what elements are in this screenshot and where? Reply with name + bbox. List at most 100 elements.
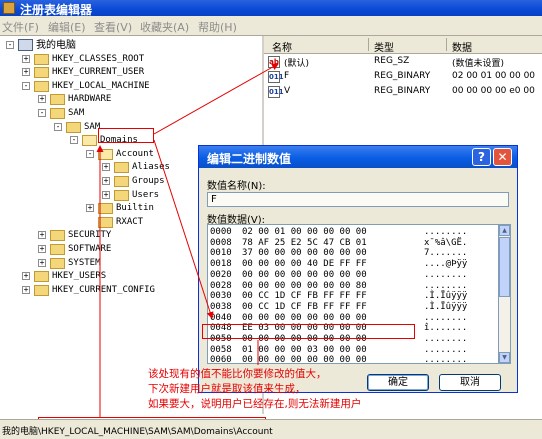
expand-icon[interactable]: + xyxy=(102,190,110,199)
collapse-icon[interactable]: - xyxy=(86,149,94,158)
expand-icon[interactable]: + xyxy=(38,258,46,267)
expand-icon[interactable]: + xyxy=(38,245,46,253)
folder-icon xyxy=(114,189,129,201)
hex-offset: 0030 xyxy=(210,291,232,302)
hex-offset: 0020 xyxy=(210,269,232,280)
hex-offset: 0038 xyxy=(210,301,232,312)
expand-icon[interactable]: + xyxy=(86,204,94,213)
open-folder-icon xyxy=(98,148,113,160)
scroll-up-icon[interactable]: ▲ xyxy=(499,225,510,236)
menu-help[interactable]: 帮助(H) xyxy=(198,19,237,35)
menu-favorites[interactable]: 收藏夹(A) xyxy=(140,19,189,35)
tree-node-label: SAM xyxy=(68,108,85,118)
folder-icon xyxy=(114,162,129,174)
edit-binary-dialog: 编辑二进制数值 ? ✕ 数值名称(N): F 数值数据(V): 0000 02 0… xyxy=(198,145,518,393)
folder-icon xyxy=(98,203,113,215)
hex-row[interactable]: 0028 00 00 00 00 00 00 00 80........ xyxy=(210,281,496,291)
hex-scrollbar[interactable]: ▲ ▼ xyxy=(499,224,511,364)
collapse-icon[interactable]: - xyxy=(38,109,46,117)
value-type: REG_SZ xyxy=(374,56,410,66)
value-row[interactable]: 011 F REG_BINARY 02 00 01 00 00 00 xyxy=(264,70,542,84)
open-folder-icon xyxy=(82,135,97,147)
scroll-down-icon[interactable]: ▼ xyxy=(499,352,510,363)
hex-row[interactable]: 0038 00 CC 1D CF FB FF FF FF .Ì.Ïûÿÿÿ xyxy=(210,302,496,312)
value-name: V xyxy=(284,86,291,96)
value-data: (数值未设置) xyxy=(452,59,505,69)
expand-icon[interactable]: + xyxy=(22,68,30,77)
hex-row[interactable]: 0010 37 00 00 00 00 00 00 00 7....... xyxy=(210,248,496,258)
hex-row[interactable]: 0058 01 00 00 00 03 00 00 00........ xyxy=(210,345,496,355)
hex-bytes: 00 00 00 00 00 00 00 00 xyxy=(242,312,367,323)
hex-editor[interactable]: 0000 02 00 01 00 00 00 00 00........ 0008 7… xyxy=(207,224,499,364)
close-icon[interactable]: ✕ xyxy=(493,148,512,166)
expand-icon[interactable]: + xyxy=(38,95,46,104)
hex-offset: 0058 xyxy=(210,344,232,355)
column-header-type[interactable]: 类型 xyxy=(374,39,394,54)
tree-node-label: RXACT xyxy=(116,216,144,227)
collapse-icon[interactable]: - xyxy=(22,81,30,90)
collapse-icon[interactable]: - xyxy=(54,122,62,131)
folder-icon xyxy=(50,257,65,269)
expand-icon[interactable]: + xyxy=(102,163,110,172)
hex-row[interactable]: 0040 00 00 00 00 00 00 00 00........ xyxy=(210,313,496,323)
hex-bytes: 01 00 00 00 03 00 00 00 xyxy=(242,344,367,355)
value-row[interactable]: ab (默认) REG_SZ (数值未设置) xyxy=(264,55,542,69)
expand-icon[interactable]: + xyxy=(22,285,30,294)
string-value-icon: ab xyxy=(268,56,280,68)
tree-node-label: HKEY_USERS xyxy=(52,271,107,282)
regedit-app-icon xyxy=(3,2,15,14)
hex-bytes: 00 CC 1D CF FB FF FF FF xyxy=(242,291,367,302)
hex-ascii: ....@Þÿÿ xyxy=(424,259,468,270)
tree-node-label: HKEY_CURRENT_CONFIG xyxy=(52,284,155,295)
tree-node-label: Account xyxy=(116,148,154,159)
menu-edit[interactable]: 编辑(E) xyxy=(48,19,86,35)
hex-offset: 0028 xyxy=(210,280,232,291)
collapse-icon[interactable]: - xyxy=(70,136,78,145)
hex-row[interactable]: 0008 78 AF 25 E2 5C 47 CB 01 x¯%â\GË. xyxy=(210,238,496,248)
expand-icon[interactable]: + xyxy=(22,54,30,63)
folder-icon xyxy=(50,94,65,106)
annotation-line-3: 如果要大，说明用户已经存在,则无法新建用户 xyxy=(148,398,362,410)
menu-view[interactable]: 查看(V) xyxy=(94,19,132,35)
hex-row[interactable]: 0060 00 00 00 00 00 00 00 00........ xyxy=(210,355,496,363)
tree-node-label: HKEY_CURRENT_USER xyxy=(52,67,145,78)
value-data: 00 00 00 00 e0 00 xyxy=(452,86,535,96)
column-header-data[interactable]: 数据 xyxy=(452,39,472,54)
tree-node-label: Builtin xyxy=(116,203,154,214)
tree-node-label: HKEY_LOCAL_MACHINE xyxy=(52,80,150,91)
value-name-field[interactable]: F xyxy=(207,192,509,207)
value-name-label: 数值名称(N): xyxy=(207,181,266,192)
hex-row[interactable]: 0018 00 00 00 00 40 DE FF FF ....@Þÿÿ xyxy=(210,259,496,269)
hex-offset: 0010 xyxy=(210,248,232,259)
expand-icon[interactable]: + xyxy=(38,231,46,240)
hex-bytes: 78 AF 25 E2 5C 47 CB 01 xyxy=(242,237,367,248)
hex-bytes: 00 CC 1D CF FB FF FF FF xyxy=(242,301,367,312)
hex-bytes: 00 00 00 00 40 DE FF FF xyxy=(242,259,367,270)
tree-node-label: SYSTEM xyxy=(68,257,101,268)
cancel-button[interactable]: 取消 xyxy=(439,374,501,391)
tree-node-label: SOFTWARE xyxy=(68,244,112,254)
hex-row[interactable]: 0030 00 CC 1D CF FB FF FF FF .Ì.Ïûÿÿÿ xyxy=(210,291,496,301)
folder-icon xyxy=(98,216,113,228)
hex-offset: 0018 xyxy=(210,259,232,270)
hex-ascii: ........ xyxy=(424,334,468,344)
domains-highlight-box xyxy=(98,128,154,143)
menu-file[interactable]: 文件(F) xyxy=(2,19,39,35)
folder-icon xyxy=(34,53,49,65)
expand-icon[interactable]: + xyxy=(102,177,110,185)
collapse-icon[interactable]: - xyxy=(6,41,14,49)
value-name: F xyxy=(284,71,290,81)
value-type: REG_BINARY xyxy=(374,71,431,81)
hex-row[interactable]: 0020 00 00 00 00 00 00 00 00........ xyxy=(210,270,496,280)
help-icon[interactable]: ? xyxy=(472,148,491,166)
hex-bytes: 02 00 01 00 00 00 00 00 xyxy=(242,227,367,237)
hex-row[interactable]: 0000 02 00 01 00 00 00 00 00........ xyxy=(210,227,496,237)
expand-icon[interactable]: + xyxy=(22,272,30,281)
hex-bytes: 37 00 00 00 00 00 00 00 xyxy=(242,248,367,259)
hex-ascii: .Ì.Ïûÿÿÿ xyxy=(424,301,468,312)
scroll-thumb[interactable] xyxy=(499,237,510,297)
value-row[interactable]: 011 V REG_BINARY 00 00 00 00 e0 00 xyxy=(264,85,542,99)
column-header-name[interactable]: 名称 xyxy=(272,39,292,54)
offset-0048-highlight-box xyxy=(202,324,415,339)
folder-icon xyxy=(50,244,65,255)
